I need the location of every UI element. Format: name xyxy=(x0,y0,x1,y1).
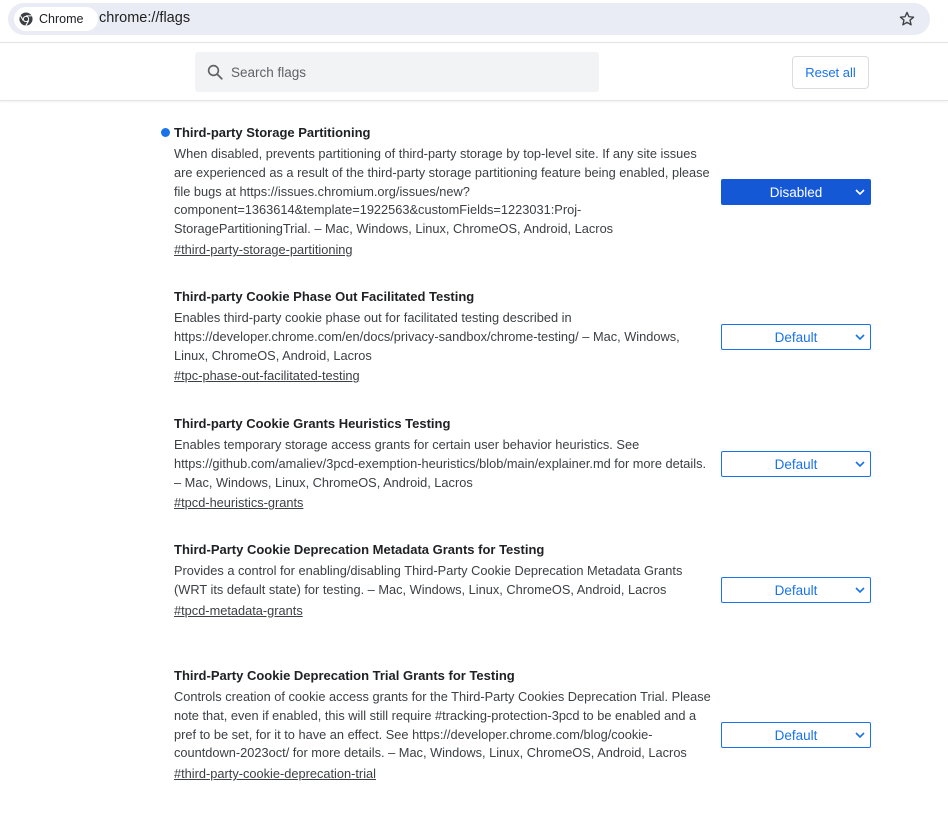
experiment-title: Third-party Cookie Phase Out Facilitated… xyxy=(174,289,475,304)
chevron-down-icon xyxy=(855,189,865,196)
chevron-down-icon xyxy=(855,334,865,341)
experiment-description: Controls creation of cookie access grant… xyxy=(174,689,711,761)
experiment-title: Third-Party Cookie Deprecation Metadata … xyxy=(174,542,545,557)
site-chip-label: Chrome xyxy=(39,12,84,26)
site-info-chip[interactable]: Chrome xyxy=(14,7,98,31)
experiment-permalink[interactable]: #third-party-storage-partitioning xyxy=(174,241,353,259)
flags-header: Reset all xyxy=(0,42,948,101)
bookmark-star-icon[interactable] xyxy=(898,10,916,28)
experiment-permalink[interactable]: #tpcd-heuristics-grants xyxy=(174,494,303,512)
chevron-down-icon xyxy=(855,587,865,594)
experiment-description: When disabled, prevents partitioning of … xyxy=(174,146,710,237)
chrome-logo-icon xyxy=(19,12,33,26)
experiment-description: Provides a control for enabling/disablin… xyxy=(174,563,683,597)
experiment-tpcd-metadata-grants: Third-Party Cookie Deprecation Metadata … xyxy=(174,541,714,620)
experiment-title: Third-party Cookie Grants Heuristics Tes… xyxy=(174,416,451,431)
experiment-select-deprecation-trial[interactable]: Default xyxy=(721,722,871,748)
reset-all-button[interactable]: Reset all xyxy=(792,56,869,89)
experiment-third-party-cookie-deprecation-trial: Third-Party Cookie Deprecation Trial Gra… xyxy=(174,667,714,783)
experiment-tpc-phase-out-facilitated-testing: Third-party Cookie Phase Out Facilitated… xyxy=(174,288,714,385)
experiment-select-metadata-grants[interactable]: Default xyxy=(721,577,871,603)
experiment-permalink[interactable]: #tpc-phase-out-facilitated-testing xyxy=(174,367,360,385)
experiment-third-party-storage-partitioning: Third-party Storage Partitioning When di… xyxy=(174,124,714,259)
experiment-description: Enables third-party cookie phase out for… xyxy=(174,310,680,363)
select-value: Default xyxy=(774,456,818,472)
experiment-select-tpc-phase-out[interactable]: Default xyxy=(721,324,871,350)
browser-toolbar: Chrome chrome://flags xyxy=(0,0,948,42)
search-box[interactable] xyxy=(195,52,599,92)
experiment-title: Third-Party Cookie Deprecation Trial Gra… xyxy=(174,668,515,683)
select-value: Default xyxy=(774,329,818,345)
experiment-description: Enables temporary storage access grants … xyxy=(174,437,707,490)
search-input[interactable] xyxy=(231,52,591,92)
select-value: Default xyxy=(774,727,818,743)
select-value: Default xyxy=(774,582,818,598)
experiment-title: Third-party Storage Partitioning xyxy=(174,125,371,140)
select-value: Disabled xyxy=(769,184,823,200)
chevron-down-icon xyxy=(855,461,865,468)
url-text[interactable]: chrome://flags xyxy=(99,10,190,26)
experiment-tpcd-heuristics-grants: Third-party Cookie Grants Heuristics Tes… xyxy=(174,415,714,512)
experiment-permalink[interactable]: #tpcd-metadata-grants xyxy=(174,602,303,620)
search-icon xyxy=(207,64,223,80)
experiment-select-storage-partitioning[interactable]: Disabled xyxy=(721,179,871,205)
experiment-permalink[interactable]: #third-party-cookie-deprecation-trial xyxy=(174,765,376,783)
experiment-select-heuristics-grants[interactable]: Default xyxy=(721,451,871,477)
modified-indicator-dot xyxy=(161,128,170,137)
chevron-down-icon xyxy=(855,732,865,739)
address-bar[interactable]: Chrome chrome://flags xyxy=(8,3,930,35)
